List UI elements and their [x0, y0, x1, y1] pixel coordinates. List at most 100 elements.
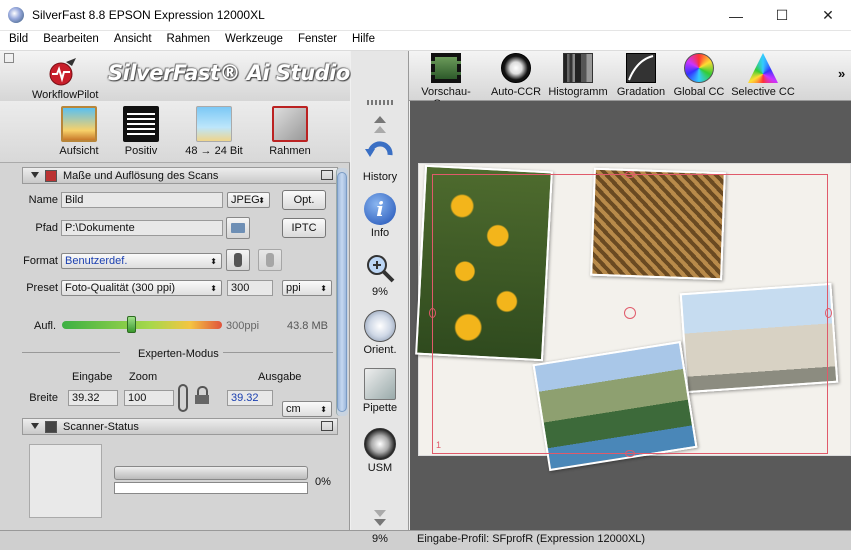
- pipette-label: Pipette: [362, 402, 398, 414]
- rahmen-label: Rahmen: [269, 145, 311, 157]
- pipette-button[interactable]: Pipette: [353, 368, 407, 414]
- info-button[interactable]: i Info: [353, 193, 407, 239]
- landscape-icon: [266, 253, 274, 267]
- scroll-down-icon-secondary[interactable]: [374, 510, 386, 517]
- iptc-button[interactable]: IPTC: [282, 218, 326, 238]
- output-column-header: Ausgabe: [258, 371, 302, 383]
- name-field[interactable]: Bild: [61, 192, 223, 208]
- landscape-button[interactable]: [258, 249, 282, 271]
- history-undo-icon: [364, 137, 396, 169]
- menu-fenster[interactable]: Fenster: [289, 31, 343, 50]
- selective-cc-button[interactable]: Selective CC: [729, 53, 797, 99]
- menu-bearbeiten[interactable]: Bearbeiten: [34, 31, 105, 50]
- bitdepth-button[interactable]: 48 → 24 Bit: [179, 104, 249, 162]
- info-label: Info: [370, 227, 390, 239]
- frame-handle-left[interactable]: [429, 308, 436, 318]
- preset-value: Foto-Qualität (300 ppi): [65, 282, 176, 294]
- format-select[interactable]: Benutzerdef. ⬍: [61, 253, 222, 269]
- resolution-field[interactable]: 300: [227, 280, 273, 296]
- menu-ansicht[interactable]: Ansicht: [105, 31, 158, 50]
- divider: [223, 352, 333, 353]
- frame-handle-top[interactable]: [625, 171, 635, 178]
- workflow-pilot-label[interactable]: WorkflowPilot: [32, 89, 98, 101]
- menu-rahmen[interactable]: Rahmen: [158, 31, 216, 50]
- aufl-value: 300ppi: [226, 320, 260, 332]
- input-column-header: Eingabe: [72, 371, 113, 383]
- zoom-button[interactable]: 9%: [353, 252, 407, 298]
- path-field[interactable]: P:\Dokumente: [61, 220, 223, 236]
- aufsicht-label: Aufsicht: [59, 145, 99, 157]
- workflow-pilot-icon[interactable]: [46, 56, 78, 88]
- scan-section-header[interactable]: Maße und Auflösung des Scans: [22, 167, 338, 184]
- scan-progress-bar-secondary: [114, 482, 308, 494]
- resolution-slider-track[interactable]: [62, 321, 222, 329]
- info-icon: i: [364, 193, 396, 225]
- close-button[interactable]: ✕: [805, 0, 851, 31]
- maximize-button[interactable]: ☐: [759, 0, 805, 31]
- aufsicht-button[interactable]: Aufsicht: [44, 104, 114, 162]
- gradation-curve-icon: [626, 53, 656, 83]
- palm-image-icon: [196, 106, 232, 142]
- width-input-field[interactable]: 39.32: [68, 390, 118, 406]
- more-tools-button[interactable]: »: [838, 66, 845, 81]
- collapse-icon[interactable]: [31, 172, 39, 178]
- detach-section-icon[interactable]: [321, 170, 333, 180]
- resolution-unit-select[interactable]: ppi ⬍: [282, 280, 332, 296]
- orient-label: Orient.: [363, 344, 397, 356]
- folder-button[interactable]: [226, 217, 250, 239]
- opt-button[interactable]: Opt.: [282, 190, 326, 210]
- scroll-up-icon[interactable]: [374, 116, 386, 123]
- magnifier-icon: [364, 252, 396, 284]
- file-format-select[interactable]: JPEG ⬍: [227, 192, 270, 208]
- global-cc-button[interactable]: Global CC: [671, 53, 727, 99]
- zoom-label: 9%: [372, 286, 388, 298]
- portrait-button[interactable]: [226, 249, 250, 271]
- zoom-column-header: Zoom: [129, 371, 158, 383]
- film-strip-icon: [123, 106, 159, 142]
- updown-icon: ⬍: [210, 284, 217, 293]
- minimize-button[interactable]: —: [713, 0, 759, 31]
- detach-section-icon[interactable]: [321, 421, 333, 431]
- menu-hilfe[interactable]: Hilfe: [343, 31, 381, 50]
- frame-number: 1: [436, 440, 442, 450]
- gradation-button[interactable]: Gradation: [613, 53, 669, 99]
- menu-werkzeuge[interactable]: Werkzeuge: [216, 31, 289, 50]
- auto-ccr-icon: [501, 53, 531, 83]
- bitdepth-label: 48 → 24 Bit: [185, 145, 243, 157]
- unit-select[interactable]: cm ⬍: [282, 401, 332, 417]
- usm-button[interactable]: USM: [353, 428, 407, 474]
- auto-ccr-button[interactable]: Auto-CCR: [488, 53, 544, 99]
- chain-link-icon[interactable]: [178, 384, 188, 412]
- frame-handle-bottom[interactable]: [625, 450, 635, 457]
- positiv-button[interactable]: Positiv: [106, 104, 176, 162]
- scanner-status-header[interactable]: Scanner-Status: [22, 418, 338, 435]
- expert-mode-label[interactable]: Experten-Modus: [138, 348, 219, 360]
- history-button[interactable]: History: [353, 137, 407, 183]
- grip-icon[interactable]: [367, 100, 393, 105]
- status-profile: Eingabe-Profil: SFprofR (Expression 1200…: [417, 533, 646, 545]
- histogram-label: Histogramm: [548, 86, 608, 98]
- resolution-slider-thumb[interactable]: [126, 316, 136, 333]
- panel-detach-icon[interactable]: [4, 53, 14, 63]
- format-label: Format: [23, 255, 58, 267]
- aufl-label: Aufl.: [33, 320, 56, 332]
- usm-label: USM: [367, 462, 393, 474]
- frame-center-marker[interactable]: [624, 307, 636, 319]
- zoom-field[interactable]: 100: [124, 390, 174, 406]
- width-output-field[interactable]: 39.32: [227, 390, 273, 406]
- lock-body-icon: [195, 395, 209, 404]
- collapse-icon[interactable]: [31, 423, 39, 429]
- orient-button[interactable]: Orient.: [353, 310, 407, 356]
- name-label: Name: [28, 194, 58, 206]
- file-format-value: JPEG: [231, 194, 260, 206]
- preset-select[interactable]: Foto-Qualität (300 ppi) ⬍: [61, 280, 222, 296]
- scroll-up-icon-secondary[interactable]: [374, 126, 386, 133]
- frame-handle-right[interactable]: [825, 308, 832, 318]
- left-panel-scroll-thumb[interactable]: [337, 172, 347, 412]
- histogram-button[interactable]: Histogramm: [547, 53, 609, 99]
- rahmen-button[interactable]: Rahmen: [255, 104, 325, 162]
- filesize-value: 43.8 MB: [287, 320, 328, 332]
- preview-scan-button[interactable]: Vorschau-Scan: [409, 53, 483, 110]
- scroll-down-icon[interactable]: [374, 519, 386, 526]
- menu-bild[interactable]: Bild: [0, 31, 34, 50]
